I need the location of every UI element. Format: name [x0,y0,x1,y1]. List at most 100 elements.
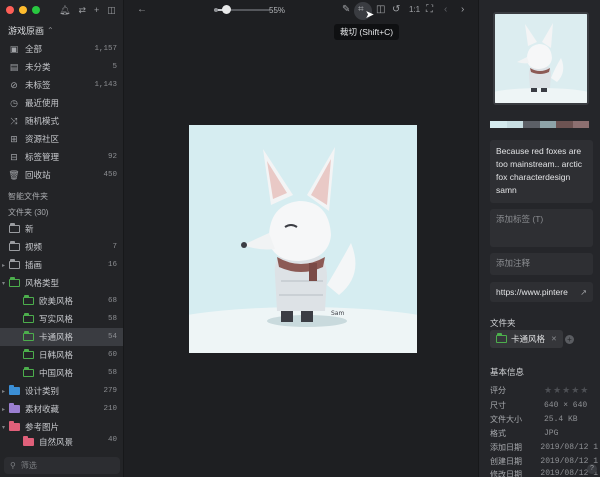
folder-item[interactable]: ▸ 设计类别 279 [0,382,123,400]
name-description-field[interactable]: Because red foxes are too mainstream.. a… [490,140,593,203]
info-modified-date: 修改日期 2019/08/12 1 [490,469,598,477]
filter-input[interactable]: ⚲ 筛选 [4,457,120,474]
folder-chip[interactable]: 卡通风格 ✕ [490,330,563,348]
sidebar-item-community[interactable]: ⊞ 资源社区 [0,130,123,148]
folder-icon [8,277,20,287]
preview-image[interactable]: Sam [189,125,417,353]
sync-icon[interactable]: ⇄ [78,5,86,16]
folder-icon [8,403,20,413]
sidebar-toggle-icon[interactable]: ◫ [107,5,116,16]
thumbnail[interactable] [493,12,589,105]
smart-folders-header[interactable]: 智能文件夹 [0,188,123,204]
bell-icon[interactable]: 🔔︎ [59,5,70,16]
tags-input[interactable]: 添加标签 (T) [490,209,593,247]
palette-swatch[interactable] [556,121,573,128]
source-url-field[interactable]: https://www.pintere ↗ [490,282,593,302]
folder-item[interactable]: 日韩风格 60 [0,346,123,364]
crop-icon[interactable]: ⌗ [358,4,364,15]
sidebar-item-random[interactable]: ⤨ 随机模式 [0,112,123,130]
remove-icon[interactable]: ✕ [551,335,557,343]
folder-item-selected[interactable]: 卡通风格 54 [0,328,123,346]
sidebar: 🔔︎ ⇄ + ◫ 游戏原画 ⌃ ▣ 全部 1,157 ▤ 未分类 5 ⊘ 未标签 1,143… [0,0,124,477]
expand-caret-icon[interactable]: ▸ [2,262,5,269]
trash-icon: 🗑︎ [8,169,20,180]
sidebar-item-all[interactable]: ▣ 全部 1,157 [0,40,123,58]
untagged-icon: ⊘ [10,79,18,90]
add-folder-icon[interactable]: + [565,335,574,344]
close-window-button[interactable] [6,6,14,14]
folder-icon [8,385,20,395]
next-icon[interactable]: › [461,4,464,15]
expand-caret-icon[interactable]: ▸ [2,388,5,395]
back-arrow-icon[interactable]: ← [137,4,147,15]
minimize-window-button[interactable] [19,6,27,14]
maximize-window-button[interactable] [32,6,40,14]
search-icon: ⚲ [10,461,16,470]
recent-icon: ◷ [10,97,18,108]
annotation-input[interactable]: 添加注释 [490,253,593,275]
folder-icon [496,333,507,343]
viewer-toolbar: ← 55% ✎ ⌗ ◫ ↺ 1:1 ⛶ ‹ › ➤ [124,0,478,21]
shuffle-icon: ⤨ [10,115,18,126]
actual-size-button[interactable]: 1:1 [409,5,420,14]
folder-icon [22,349,34,359]
expand-caret-icon[interactable]: ▸ [2,406,5,413]
previous-icon[interactable]: ‹ [444,4,447,15]
add-icon[interactable]: + [94,5,99,16]
zoom-value: 55% [269,6,286,15]
arctic-fox-thumbnail [495,14,587,103]
chevron-updown-icon: ⌃ [47,25,54,35]
info-rating: 评分 ★★★★★ [490,385,590,396]
folder-item[interactable]: 视频 7 [0,238,123,256]
info-created-date: 创建日期 2019/08/12 1 [490,457,598,466]
folder-icon [22,367,34,377]
folder-item[interactable]: ▸ 插画 16 [0,256,123,274]
palette-swatch[interactable] [523,121,540,128]
sidebar-item-trash[interactable]: 🗑︎ 回收站 450 [0,166,123,184]
palette-swatch[interactable] [506,121,523,128]
folder-item[interactable]: 自然风景 40 [0,436,123,446]
uncategorized-icon: ▤ [9,61,19,72]
folder-item[interactable]: ▾ 参考图片 [0,418,123,436]
compare-icon[interactable]: ◫ [376,4,385,15]
fullscreen-icon[interactable]: ⛶ [426,4,433,15]
pencil-icon[interactable]: ✎ [342,4,350,15]
folder-item[interactable]: 新 [0,220,123,238]
svg-text:Sam: Sam [331,310,344,317]
folder-icon [8,241,20,251]
all-items-icon: ▣ [9,43,19,54]
library-name: 游戏原画 [8,25,45,36]
filter-placeholder: 筛选 [20,461,37,470]
folder-item[interactable]: 写实风格 58 [0,310,123,328]
sidebar-item-untagged[interactable]: ⊘ 未标签 1,143 [0,76,123,94]
zoom-slider-knob[interactable] [222,5,231,14]
sidebar-item-uncategorized[interactable]: ▤ 未分类 5 [0,58,123,76]
rating-stars[interactable]: ★★★★★ [544,385,589,396]
info-dimensions: 尺寸 640 × 640 [490,401,588,410]
help-icon[interactable]: ? [587,464,597,474]
palette-swatch[interactable] [539,121,556,128]
folder-item[interactable]: ▾ 风格类型 [0,274,123,292]
crop-tooltip: 裁切 (Shift+C) [334,24,400,40]
folder-section-title: 文件夹 [490,318,516,328]
color-palette[interactable] [490,121,589,128]
folder-icon [8,259,20,269]
folder-item[interactable]: ▸ 素材收藏 210 [0,400,123,418]
open-external-icon[interactable]: ↗ [580,288,587,297]
palette-swatch[interactable] [490,121,507,128]
palette-swatch[interactable] [572,121,589,128]
library-switcher[interactable]: 游戏原画 ⌃ [0,20,123,40]
sidebar-item-recent[interactable]: ◷ 最近使用 [0,94,123,112]
titlebar: 🔔︎ ⇄ + ◫ [0,0,123,20]
folders-header[interactable]: 文件夹 (30) [0,204,123,220]
folder-item[interactable]: 中国风格 58 [0,364,123,382]
folder-icon [22,436,34,446]
info-format: 格式 JPG [490,429,559,438]
folder-item[interactable]: 欧美风格 68 [0,292,123,310]
inspector-panel: Because red foxes are too mainstream.. a… [478,0,600,477]
collapse-caret-icon[interactable]: ▾ [2,280,5,287]
rotate-icon[interactable]: ↺ [392,4,400,15]
collapse-caret-icon[interactable]: ▾ [2,424,5,431]
folder-icon [22,331,34,341]
sidebar-item-tag-manager[interactable]: ⊟ 标签管理 92 [0,148,123,166]
